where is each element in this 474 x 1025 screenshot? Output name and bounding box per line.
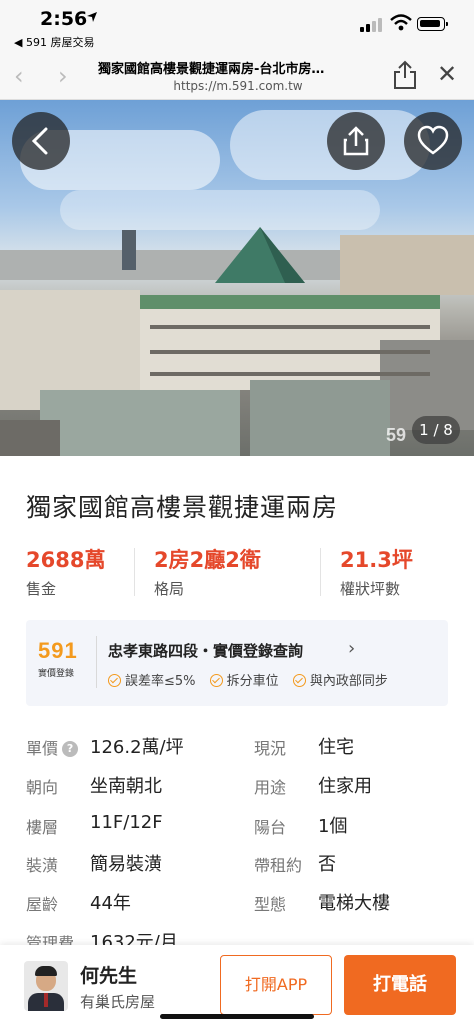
pyramid-building (215, 227, 305, 283)
detail-value: 住家用 (318, 776, 372, 797)
listing-photo[interactable]: 59 1 / 8 (0, 100, 474, 456)
call-button[interactable]: 打電話 (344, 955, 456, 1015)
photo-watermark: 59 (386, 425, 407, 445)
contact-bar: 何先生 有巢氏房屋 打開APP 打電話 (0, 945, 474, 1025)
stat-layout-label: 格局 (154, 580, 185, 598)
detail-key: 型態 (254, 895, 287, 914)
browser-close-icon[interactable]: ✕ (437, 60, 457, 88)
logo-subtitle: 實價登錄 (38, 669, 75, 679)
detail-key: 現況 (254, 739, 287, 758)
check-item: 誤差率≤5% (108, 674, 196, 689)
price-registration-card[interactable]: 591 實價登錄 忠孝東路四段・實價登錄查詢 › 誤差率≤5% 拆分車位 與內政… (26, 620, 448, 706)
detail-key: 帶租約 (254, 856, 303, 875)
stat-area-label: 權狀坪數 (340, 580, 401, 598)
share-icon (343, 126, 369, 156)
detail-value: 坐南朝北 (90, 776, 162, 797)
card-divider (96, 636, 97, 688)
location-arrow-icon (87, 12, 97, 22)
detail-value: 住宅 (318, 737, 354, 758)
stat-area-value: 21.3坪 (340, 548, 413, 572)
favorite-button[interactable] (404, 112, 462, 170)
stat-area: 21.3坪 權狀坪數 (340, 544, 413, 600)
browser-url[interactable]: https://m.591.com.tw (98, 79, 378, 93)
home-indicator (160, 1014, 314, 1019)
agent-company: 有巢氏房屋 (80, 993, 156, 1011)
stat-divider (320, 548, 321, 596)
stat-divider (134, 548, 135, 596)
stat-price: 2688萬 售金 (26, 544, 105, 600)
check-circle-icon (108, 674, 121, 687)
stat-price-label: 售金 (26, 580, 57, 598)
agent-avatar[interactable] (24, 961, 68, 1011)
stat-layout: 2房2廳2衛 格局 (154, 544, 261, 600)
wifi-icon (390, 14, 412, 31)
photo-counter: 1 / 8 (412, 416, 460, 444)
detail-value: 電梯大樓 (318, 893, 390, 914)
detail-key: 單價? (26, 735, 79, 759)
help-icon[interactable]: ? (62, 741, 79, 757)
status-bar: 2:56 ◀ 591 房屋交易 (0, 0, 474, 52)
591-logo: 591 實價登錄 (38, 638, 82, 679)
stat-price-value: 2688萬 (26, 548, 106, 572)
listing-title: 獨家國館高樓景觀捷運兩房 (26, 493, 339, 522)
detail-value: 11F/12F (90, 812, 163, 833)
browser-share-icon[interactable] (393, 60, 417, 90)
check-item: 拆分車位 (209, 674, 279, 689)
status-time: 2:56 (40, 8, 88, 30)
detail-key: 用途 (254, 778, 287, 797)
check-item: 與內政部同步 (292, 674, 388, 689)
browser-toolbar: ‹ › 獨家國館高樓景觀捷運兩房-台北市房… https://m.591.com… (0, 52, 474, 100)
key-stats: 2688萬 售金 2房2廳2衛 格局 21.3坪 權狀坪數 (0, 544, 474, 600)
detail-value: 簡易裝潢 (90, 854, 162, 875)
feature-checks: 誤差率≤5% 拆分車位 與內政部同步 (108, 670, 398, 689)
browser-back-icon[interactable]: ‹ (14, 62, 24, 90)
battery-icon (417, 17, 448, 31)
stat-layout-value: 2房2廳2衛 (154, 548, 261, 572)
detail-key: 朝向 (26, 778, 59, 797)
check-circle-icon (292, 674, 306, 687)
back-to-app-link[interactable]: ◀ 591 房屋交易 (14, 34, 94, 50)
heart-icon (417, 125, 449, 155)
check-circle-icon (209, 674, 223, 687)
chevron-left-icon (31, 127, 48, 155)
chevron-right-icon[interactable]: › (348, 638, 355, 659)
road-price-query-link[interactable]: 忠孝東路四段・實價登錄查詢 (108, 640, 303, 661)
cell-signal-icon (360, 18, 384, 32)
open-app-button[interactable]: 打開APP (220, 955, 332, 1015)
detail-key: 屋齡 (26, 895, 59, 914)
browser-page-title: 獨家國館高樓景觀捷運兩房-台北市房… (98, 62, 325, 77)
back-button[interactable] (12, 112, 70, 170)
browser-forward-icon[interactable]: › (58, 62, 68, 90)
detail-key: 陽台 (254, 818, 287, 837)
share-button[interactable] (327, 112, 385, 170)
agent-name: 何先生 (80, 965, 138, 987)
detail-value: 126.2萬/坪 (90, 737, 184, 758)
detail-key: 裝潢 (26, 856, 59, 875)
detail-key: 樓層 (26, 818, 59, 837)
detail-value: 44年 (90, 893, 131, 914)
logo-number: 591 (38, 638, 78, 663)
detail-value: 1個 (318, 816, 348, 837)
detail-value: 否 (318, 854, 336, 875)
